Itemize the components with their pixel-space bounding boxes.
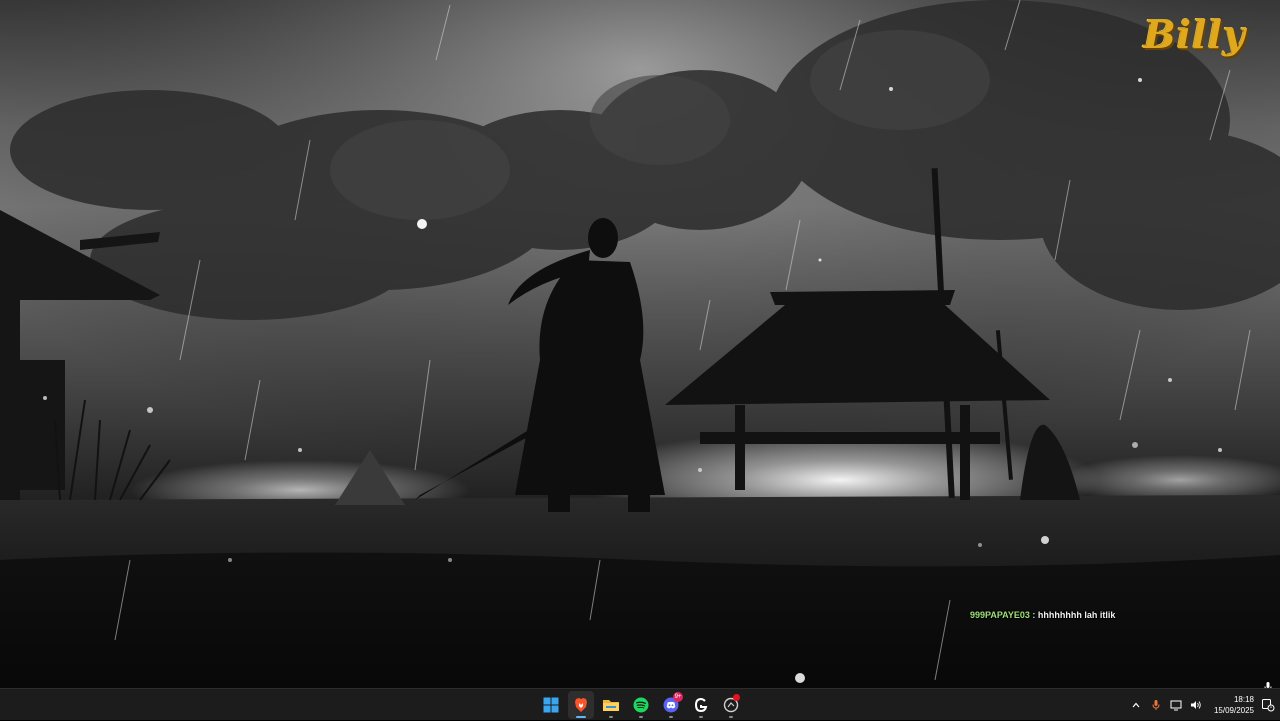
taskbar-apps: 9+ <box>538 691 744 719</box>
discord-notification-badge: 9+ <box>673 692 683 702</box>
spotify-icon <box>633 697 649 713</box>
microphone-icon <box>1152 700 1160 710</box>
show-hidden-icons-button[interactable] <box>1126 691 1146 719</box>
windows-icon <box>543 697 559 713</box>
clock-date: 15/09/2025 <box>1213 706 1254 715</box>
taskbar-brave-button[interactable] <box>568 691 594 719</box>
start-button[interactable] <box>538 691 564 719</box>
taskbar: 9+ 18:18 15/09/2025 <box>0 688 1280 720</box>
chat-message: hhhhhhhh lah itlik <box>1037 610 1116 620</box>
system-tray: 18:18 15/09/2025 <box>1126 689 1280 721</box>
desktop-wallpaper: Billy 999PAPAYE03 : hhhhhhhh lah itlik <box>0 0 1280 688</box>
taskbar-app-g-button[interactable] <box>688 691 714 719</box>
clock-button[interactable]: 18:18 15/09/2025 <box>1206 694 1256 716</box>
chat-username: 999PAPAYE03 <box>970 610 1030 620</box>
volume-tray-button[interactable] <box>1186 691 1206 719</box>
chat-overlay: 999PAPAYE03 : hhhhhhhh lah itlik <box>970 610 1115 620</box>
chevron-up-icon <box>1132 702 1140 708</box>
taskbar-app-circle-button[interactable] <box>718 691 744 719</box>
folder-icon <box>603 700 619 711</box>
running-indicator <box>729 716 733 718</box>
chat-separator: : <box>1032 610 1036 620</box>
clock-time: 18:18 <box>1233 695 1254 704</box>
app-alert-dot <box>733 694 740 701</box>
g-logo-icon <box>694 697 708 713</box>
monitor-network-icon <box>1170 700 1182 711</box>
network-tray-button[interactable] <box>1166 691 1186 719</box>
notification-center-button[interactable] <box>1256 691 1280 719</box>
billy-logo: Billy <box>1143 12 1246 57</box>
taskbar-file-explorer-button[interactable] <box>598 691 624 719</box>
microphone-tray-button[interactable] <box>1146 691 1166 719</box>
running-indicator <box>699 716 703 718</box>
active-indicator <box>576 716 586 718</box>
notification-bell-icon <box>1262 699 1275 712</box>
taskbar-spotify-button[interactable] <box>628 691 654 719</box>
brave-lion-icon <box>575 698 587 712</box>
taskbar-discord-button[interactable]: 9+ <box>658 691 684 719</box>
wallpaper-scene <box>0 0 1280 688</box>
running-indicator <box>639 716 643 718</box>
speaker-icon <box>1191 701 1201 709</box>
running-indicator <box>669 716 673 718</box>
running-indicator <box>609 716 613 718</box>
